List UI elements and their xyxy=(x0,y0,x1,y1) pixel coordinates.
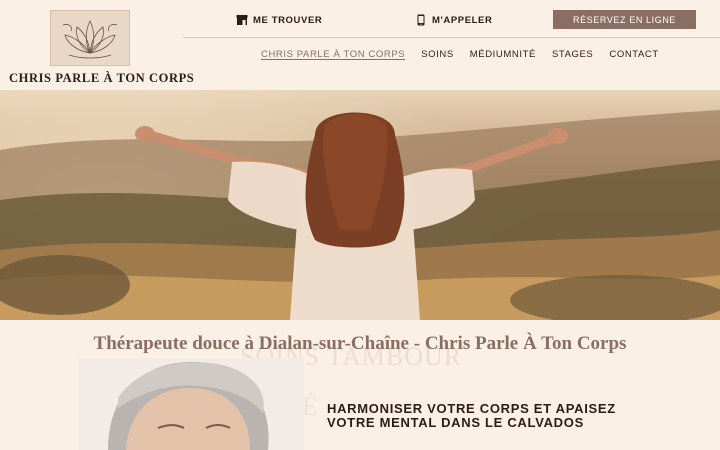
hero-illustration xyxy=(0,90,720,320)
logo[interactable] xyxy=(50,10,130,66)
site-header: CHRIS PARLE À TON CORPS ME TROUVER M'APP… xyxy=(0,0,720,90)
page-subtitle: Thérapeute douce à Dialan-sur-Chaîne - C… xyxy=(93,333,627,354)
portrait-illustration xyxy=(78,358,304,450)
store-icon xyxy=(236,15,248,25)
call-me-label: M'APPELER xyxy=(432,14,493,26)
brand-name: CHRIS PARLE À TON CORPS xyxy=(9,71,195,85)
main-nav: CHRIS PARLE À TON CORPS SOINS MÉDIUMNITÉ… xyxy=(261,49,659,60)
call-me-link[interactable]: M'APPELER xyxy=(415,13,492,27)
hero-image xyxy=(0,90,720,320)
ghost-text-2: É xyxy=(302,392,318,421)
nav-item-mediumnite[interactable]: MÉDIUMNITÉ xyxy=(470,49,536,60)
find-us-link[interactable]: ME TROUVER xyxy=(236,13,322,27)
nav-item-contact[interactable]: CONTACT xyxy=(609,49,658,60)
nav-item-soins[interactable]: SOINS xyxy=(421,49,454,60)
nav-item-home[interactable]: CHRIS PARLE À TON CORPS xyxy=(261,49,405,60)
find-us-label: ME TROUVER xyxy=(253,14,323,26)
therapist-portrait xyxy=(78,358,304,450)
section-headline: HARMONISER VOTRE CORPS ET APAISEZ VOTRE … xyxy=(327,401,616,430)
phone-icon xyxy=(417,14,425,26)
nav-item-stages[interactable]: STAGES xyxy=(552,49,593,60)
book-online-button[interactable]: RÉSERVEZ EN LIGNE xyxy=(553,10,696,29)
lotus-logo-icon xyxy=(62,20,118,59)
header-divider xyxy=(183,37,720,38)
